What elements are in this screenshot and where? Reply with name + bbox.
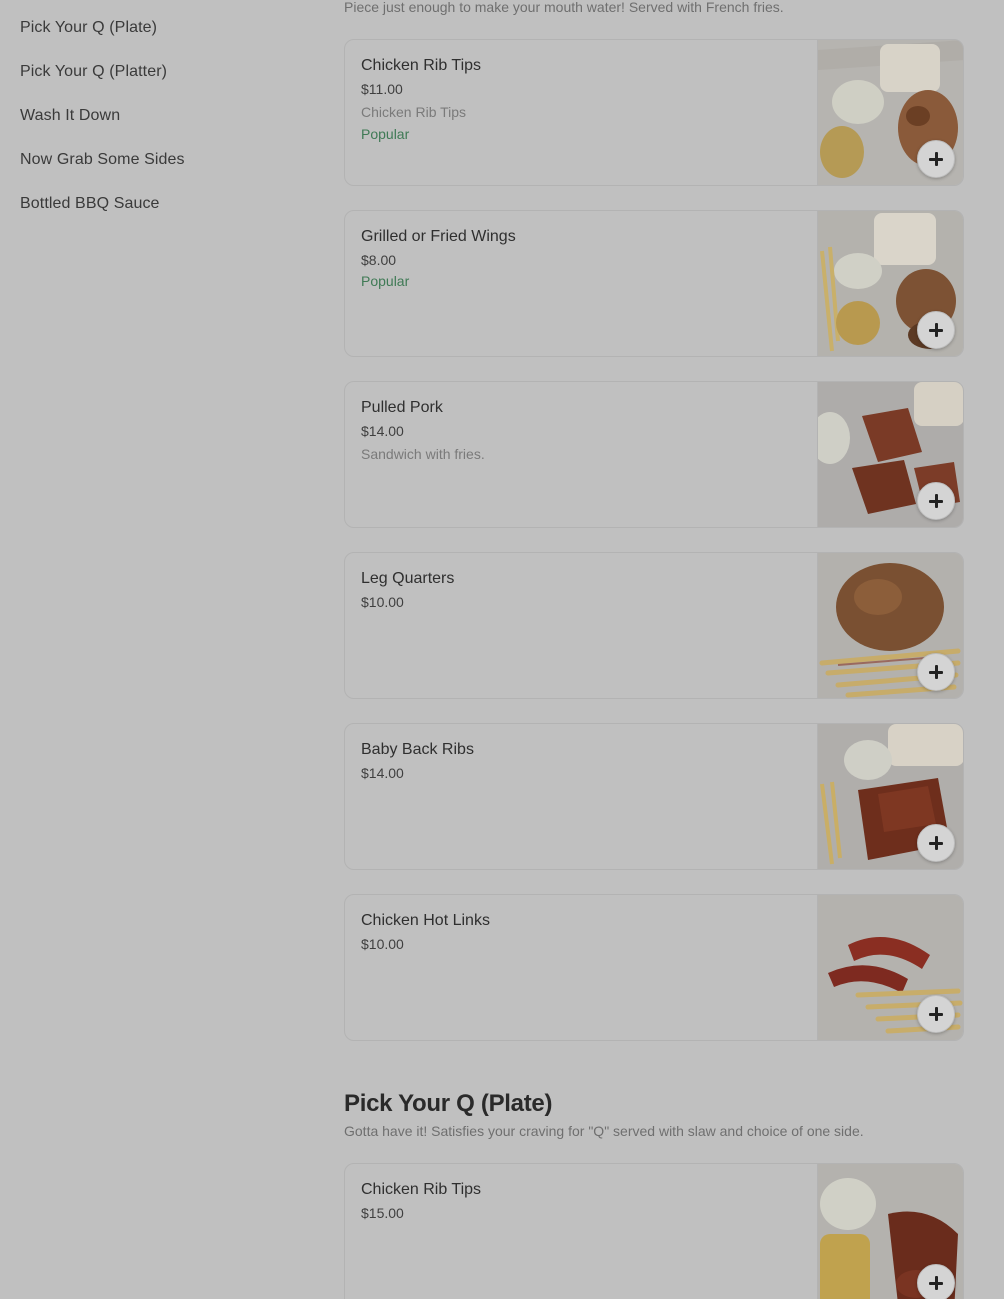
add-to-cart-button[interactable] — [917, 311, 955, 349]
menu-item-title: Baby Back Ribs — [361, 741, 474, 758]
sidebar-item-wash-it-down[interactable]: Wash It Down — [20, 104, 280, 148]
menu-item-price: $8.00 — [361, 252, 397, 268]
sidebar-item-platter[interactable]: Pick Your Q (Platter) — [20, 60, 280, 104]
sidebar-item-plate[interactable]: Pick Your Q (Plate) — [20, 16, 280, 60]
plus-icon — [929, 323, 943, 337]
menu-item-card[interactable]: Grilled or Fried Wings $8.00 Popular — [344, 210, 964, 357]
menu-item-price: $10.00 — [361, 594, 404, 610]
menu-item-title: Grilled or Fried Wings — [361, 228, 516, 245]
add-to-cart-button[interactable] — [917, 653, 955, 691]
menu-item-card[interactable]: Chicken Rib Tips $15.00 — [344, 1163, 964, 1299]
section-title: Pick Your Q (Plate) — [344, 1090, 553, 1117]
add-to-cart-button[interactable] — [917, 995, 955, 1033]
popular-badge: Popular — [361, 126, 410, 142]
plus-icon — [929, 494, 943, 508]
menu-item-card[interactable]: Pulled Pork $14.00 Sandwich with fries. — [344, 381, 964, 528]
baby-back-ribs-photo — [817, 724, 963, 869]
menu-item-description: Sandwich with fries. — [361, 446, 485, 462]
menu-item-title: Chicken Rib Tips — [361, 57, 482, 74]
menu-item-info: Chicken Hot Links $10.00 — [361, 911, 801, 953]
menu-item-info: Chicken Rib Tips $15.00 — [361, 1180, 801, 1222]
menu-item-info: Baby Back Ribs $14.00 — [361, 740, 801, 782]
wings-plate-photo — [817, 211, 963, 356]
menu-item-title: Leg Quarters — [361, 570, 455, 587]
popular-badge: Popular — [361, 273, 410, 289]
menu-item-info: Grilled or Fried Wings $8.00 Popular — [361, 227, 801, 291]
menu-item-price: $11.00 — [361, 81, 403, 97]
hot-links-photo — [817, 895, 963, 1040]
menu-item-price: $10.00 — [361, 936, 404, 952]
category-sidebar: Pick Your Q (Plate) Pick Your Q (Platter… — [20, 16, 280, 236]
menu-item-price: $14.00 — [361, 765, 404, 781]
menu-item-price: $14.00 — [361, 423, 404, 439]
plus-icon — [929, 152, 943, 166]
menu-item-card[interactable]: Chicken Rib Tips $11.00 Chicken Rib Tips… — [344, 39, 964, 186]
menu-item-title: Chicken Hot Links — [361, 912, 490, 929]
menu-item-description: Chicken Rib Tips — [361, 104, 467, 120]
pulled-pork-photo — [817, 382, 963, 527]
section-description: Piece just enough to make your mouth wat… — [344, 0, 784, 15]
add-to-cart-button[interactable] — [917, 1264, 955, 1299]
menu-item-card[interactable]: Chicken Hot Links $10.00 — [344, 894, 964, 1041]
menu-item-price: $15.00 — [361, 1205, 404, 1221]
menu-item-info: Pulled Pork $14.00 Sandwich with fries. — [361, 398, 801, 464]
menu-page: Pick Your Q (Plate) Pick Your Q (Platter… — [0, 0, 1004, 1299]
sidebar-item-bbq-sauce[interactable]: Bottled BBQ Sauce — [20, 192, 280, 236]
sidebar-item-sides[interactable]: Now Grab Some Sides — [20, 148, 280, 192]
menu-item-title: Chicken Rib Tips — [361, 1181, 482, 1198]
menu-item-title: Pulled Pork — [361, 399, 443, 416]
add-to-cart-button[interactable] — [917, 140, 955, 178]
section-description: Gotta have it! Satisfies your craving fo… — [344, 1123, 864, 1139]
plus-icon — [929, 665, 943, 679]
add-to-cart-button[interactable] — [917, 824, 955, 862]
menu-item-info: Leg Quarters $10.00 — [361, 569, 801, 611]
menu-item-card[interactable]: Leg Quarters $10.00 — [344, 552, 964, 699]
plus-icon — [929, 836, 943, 850]
plus-icon — [929, 1276, 943, 1290]
add-to-cart-button[interactable] — [917, 482, 955, 520]
menu-item-info: Chicken Rib Tips $11.00 Chicken Rib Tips… — [361, 56, 801, 144]
menu-item-card[interactable]: Baby Back Ribs $14.00 — [344, 723, 964, 870]
rib-tips-plate-photo — [817, 40, 963, 185]
leg-quarters-photo — [817, 553, 963, 698]
plus-icon — [929, 1007, 943, 1021]
rib-tips-plate-photo — [817, 1164, 963, 1299]
